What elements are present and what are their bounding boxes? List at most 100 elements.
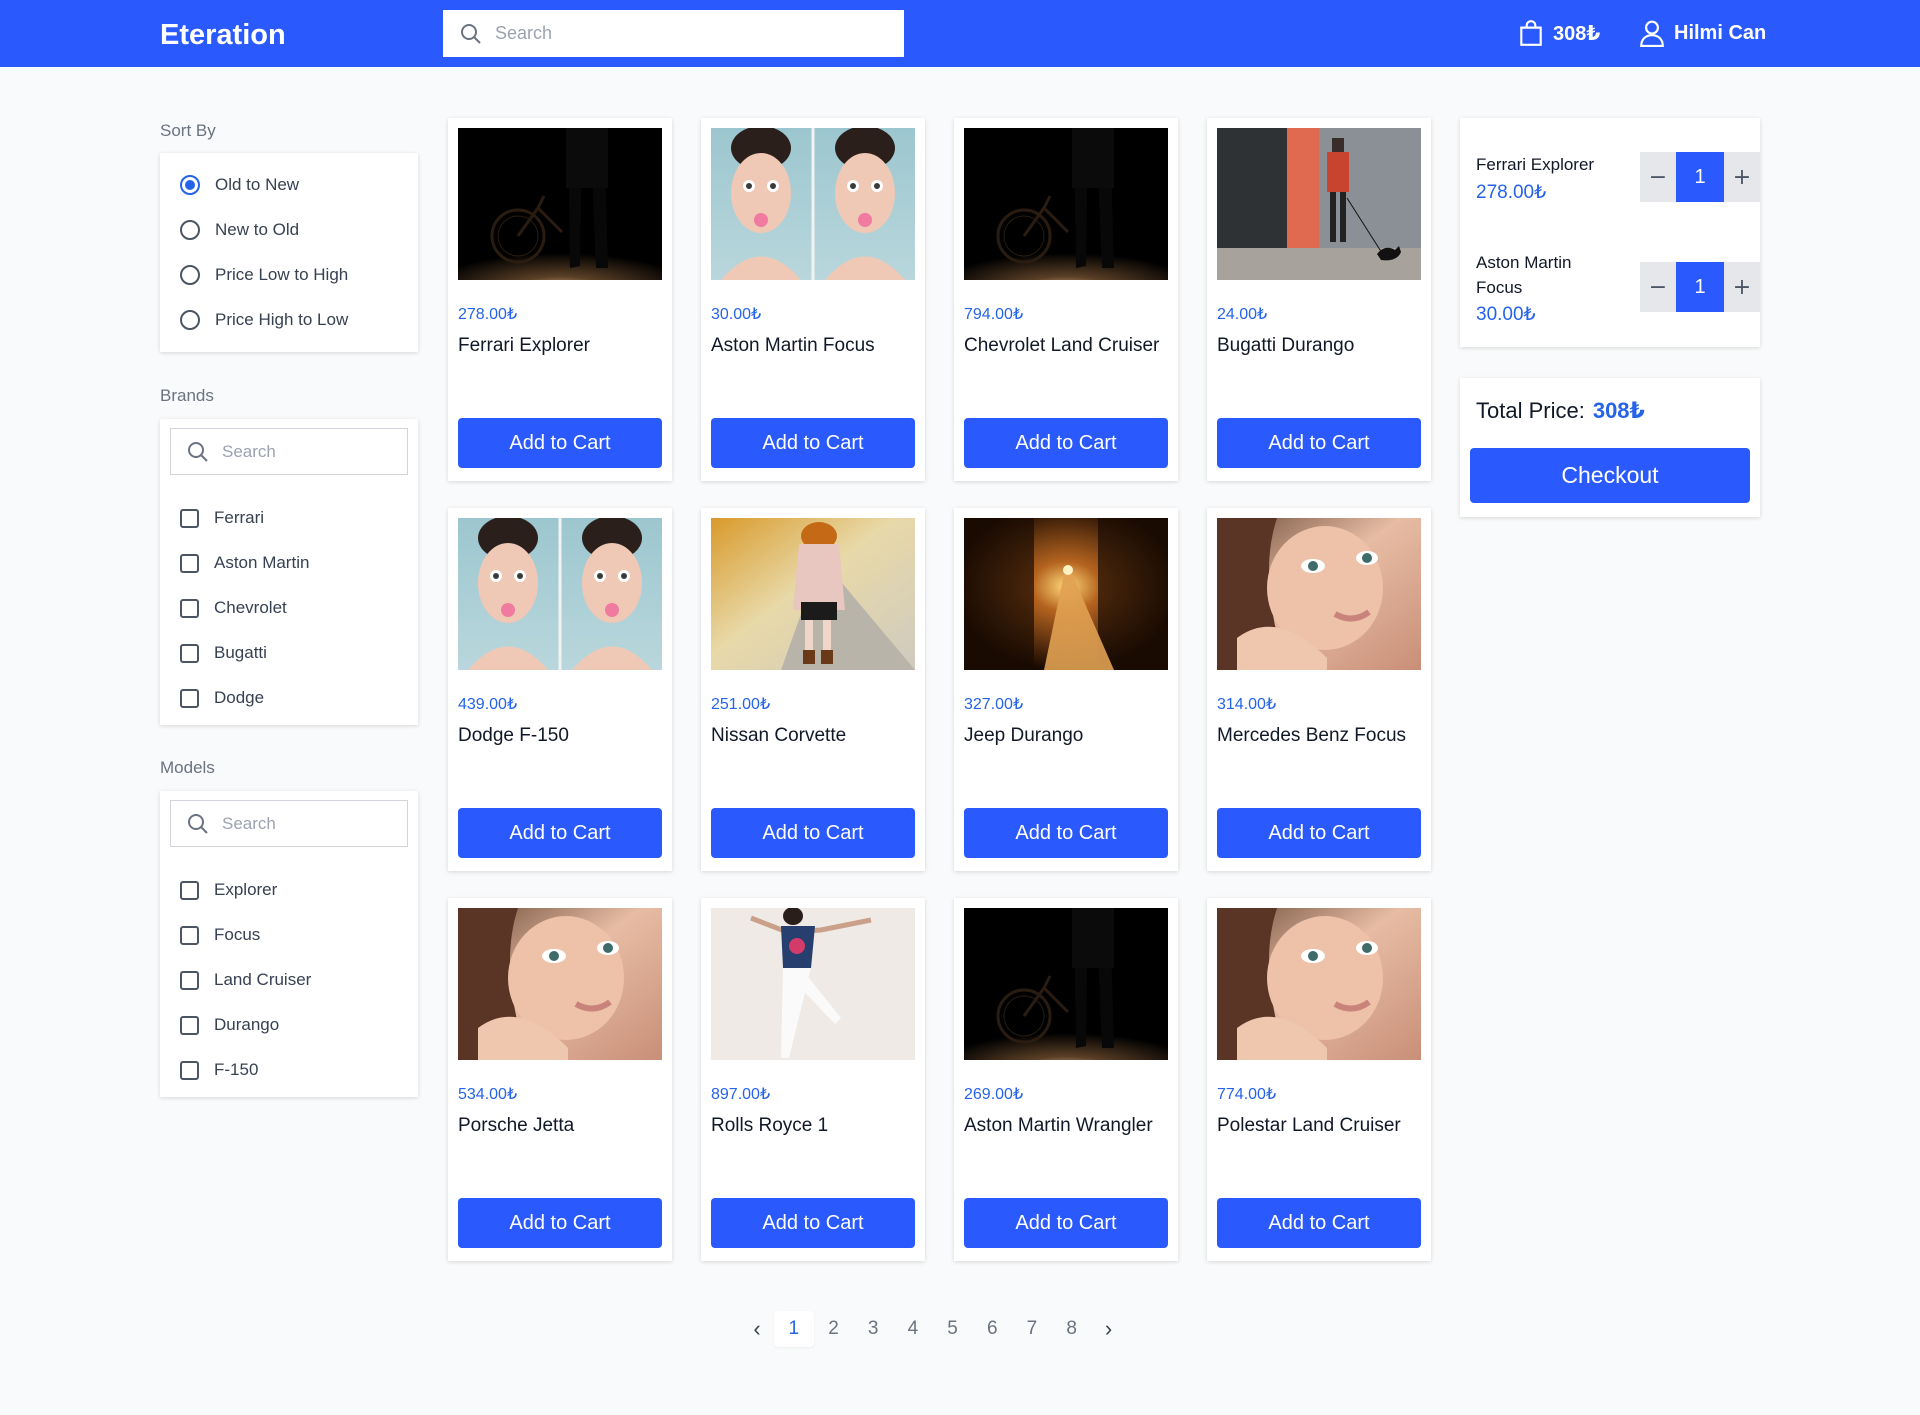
product-card[interactable]: 24.00₺ Bugatti Durango Add to Cart [1207, 118, 1431, 481]
models-search-box[interactable] [170, 800, 408, 847]
cart-summary[interactable]: 308₺ [1518, 19, 1600, 47]
checkbox[interactable] [180, 1015, 199, 1035]
add-to-cart-button[interactable]: Add to Cart [1217, 418, 1421, 468]
add-to-cart-button[interactable]: Add to Cart [458, 1198, 662, 1248]
product-image[interactable] [964, 128, 1168, 280]
product-image[interactable] [964, 908, 1168, 1060]
product-name[interactable]: Mercedes Benz Focus [1217, 721, 1421, 751]
decrease-quantity-button[interactable]: − [1640, 152, 1676, 202]
product-image[interactable] [1217, 128, 1421, 280]
model-option[interactable]: Focus [180, 925, 260, 945]
add-to-cart-button[interactable]: Add to Cart [711, 808, 915, 858]
brand-logo[interactable]: Eteration [160, 18, 286, 52]
checkbox[interactable] [180, 508, 199, 528]
page-button[interactable]: 4 [893, 1311, 933, 1347]
product-card[interactable]: 269.00₺ Aston Martin Wrangler Add to Cart [954, 898, 1178, 1261]
product-card[interactable]: 30.00₺ Aston Martin Focus Add to Cart [701, 118, 925, 481]
add-to-cart-button[interactable]: Add to Cart [964, 808, 1168, 858]
user-menu[interactable]: Hilmi Can [1639, 19, 1766, 47]
brand-option[interactable]: Bugatti [180, 643, 267, 663]
checkbox[interactable] [180, 925, 199, 945]
header-search-input[interactable] [495, 23, 895, 44]
model-option[interactable]: Land Cruiser [180, 970, 311, 990]
checkbox[interactable] [180, 553, 199, 573]
add-to-cart-button[interactable]: Add to Cart [964, 418, 1168, 468]
page-button[interactable]: 1 [774, 1311, 814, 1347]
models-search-input[interactable] [222, 813, 402, 834]
model-option[interactable]: Explorer [180, 880, 277, 900]
add-to-cart-button[interactable]: Add to Cart [458, 808, 662, 858]
product-image[interactable] [711, 908, 915, 1060]
checkbox[interactable] [180, 1060, 199, 1080]
sort-option-old-to-new[interactable]: Old to New [180, 175, 299, 195]
page-button[interactable]: 5 [933, 1311, 973, 1347]
product-image[interactable] [458, 518, 662, 670]
product-name[interactable]: Rolls Royce 1 [711, 1111, 915, 1141]
product-name[interactable]: Dodge F-150 [458, 721, 662, 751]
product-name[interactable]: Aston Martin Wrangler [964, 1111, 1168, 1141]
next-page-button[interactable]: › [1092, 1311, 1126, 1347]
checkbox[interactable] [180, 688, 199, 708]
brand-option[interactable]: Chevrolet [180, 598, 287, 618]
product-image[interactable] [711, 128, 915, 280]
product-name[interactable]: Bugatti Durango [1217, 331, 1421, 361]
brand-option[interactable]: Ferrari [180, 508, 264, 528]
add-to-cart-button[interactable]: Add to Cart [1217, 1198, 1421, 1248]
page-button[interactable]: 2 [814, 1311, 854, 1347]
brands-search-box[interactable] [170, 428, 408, 475]
checkbox[interactable] [180, 880, 199, 900]
brands-search-input[interactable] [222, 441, 402, 462]
sort-option-new-to-old[interactable]: New to Old [180, 220, 299, 240]
model-option[interactable]: Durango [180, 1015, 279, 1035]
previous-page-button[interactable]: ‹ [740, 1311, 774, 1347]
increase-quantity-button[interactable]: + [1724, 262, 1760, 312]
increase-quantity-button[interactable]: + [1724, 152, 1760, 202]
product-image[interactable] [458, 128, 662, 280]
brand-option[interactable]: Dodge [180, 688, 264, 708]
radio-button[interactable] [180, 175, 200, 195]
product-image[interactable] [711, 518, 915, 670]
page-button[interactable]: 7 [1012, 1311, 1052, 1347]
checkbox[interactable] [180, 643, 199, 663]
product-name[interactable]: Porsche Jetta [458, 1111, 662, 1141]
product-card[interactable]: 774.00₺ Polestar Land Cruiser Add to Cart [1207, 898, 1431, 1261]
product-card[interactable]: 534.00₺ Porsche Jetta Add to Cart [448, 898, 672, 1261]
product-card[interactable]: 278.00₺ Ferrari Explorer Add to Cart [448, 118, 672, 481]
product-card[interactable]: 897.00₺ Rolls Royce 1 Add to Cart [701, 898, 925, 1261]
product-image[interactable] [1217, 908, 1421, 1060]
add-to-cart-button[interactable]: Add to Cart [711, 418, 915, 468]
page-button[interactable]: 3 [853, 1311, 893, 1347]
product-card[interactable]: 794.00₺ Chevrolet Land Cruiser Add to Cart [954, 118, 1178, 481]
product-card[interactable]: 439.00₺ Dodge F-150 Add to Cart [448, 508, 672, 871]
product-name[interactable]: Polestar Land Cruiser [1217, 1111, 1421, 1141]
product-card[interactable]: 327.00₺ Jeep Durango Add to Cart [954, 508, 1178, 871]
radio-button[interactable] [180, 265, 200, 285]
product-card[interactable]: 314.00₺ Mercedes Benz Focus Add to Cart [1207, 508, 1431, 871]
product-image[interactable] [1217, 518, 1421, 670]
product-image[interactable] [964, 518, 1168, 670]
product-name[interactable]: Aston Martin Focus [711, 331, 915, 361]
product-name[interactable]: Ferrari Explorer [458, 331, 662, 361]
product-name[interactable]: Chevrolet Land Cruiser [964, 331, 1168, 361]
radio-button[interactable] [180, 310, 200, 330]
radio-button[interactable] [180, 220, 200, 240]
product-card[interactable]: 251.00₺ Nissan Corvette Add to Cart [701, 508, 925, 871]
add-to-cart-button[interactable]: Add to Cart [458, 418, 662, 468]
sort-option-price-high-to-low[interactable]: Price High to Low [180, 310, 348, 330]
product-name[interactable]: Nissan Corvette [711, 721, 915, 751]
brand-option[interactable]: Aston Martin [180, 553, 309, 573]
checkbox[interactable] [180, 970, 199, 990]
add-to-cart-button[interactable]: Add to Cart [1217, 808, 1421, 858]
add-to-cart-button[interactable]: Add to Cart [964, 1198, 1168, 1248]
sort-option-price-low-to-high[interactable]: Price Low to High [180, 265, 348, 285]
checkbox[interactable] [180, 598, 199, 618]
page-button[interactable]: 8 [1052, 1311, 1092, 1347]
header-search-box[interactable] [443, 10, 904, 57]
product-image[interactable] [458, 908, 662, 1060]
product-name[interactable]: Jeep Durango [964, 721, 1168, 751]
page-button[interactable]: 6 [972, 1311, 1012, 1347]
decrease-quantity-button[interactable]: − [1640, 262, 1676, 312]
model-option[interactable]: F-150 [180, 1060, 258, 1080]
add-to-cart-button[interactable]: Add to Cart [711, 1198, 915, 1248]
checkout-button[interactable]: Checkout [1470, 448, 1750, 503]
